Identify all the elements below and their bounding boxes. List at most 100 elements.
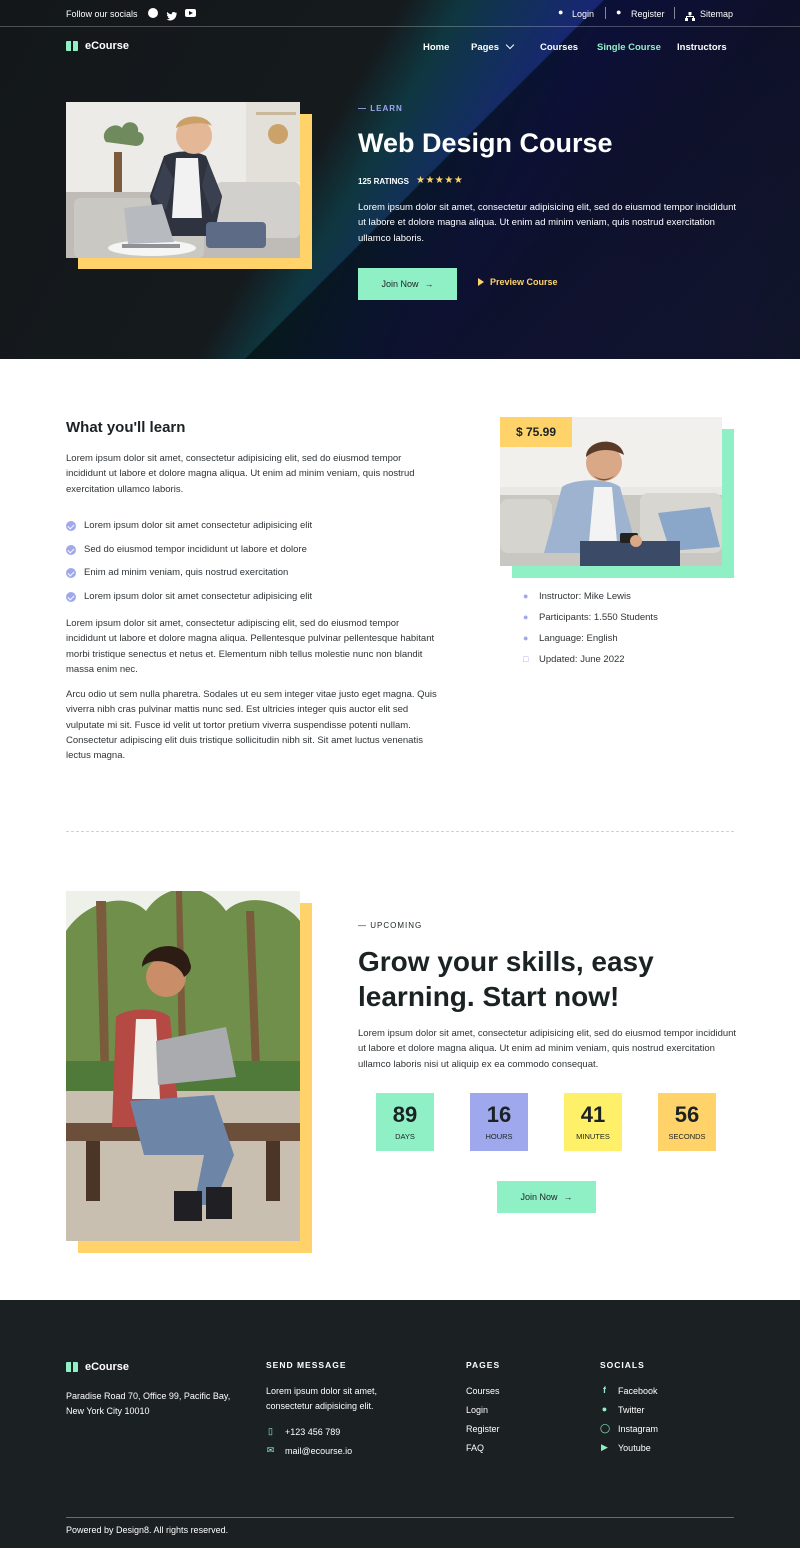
youtube-icon[interactable] [185, 9, 196, 17]
upcoming-join-button[interactable]: Join Now → [497, 1181, 596, 1213]
preview-course-button[interactable]: Preview Course [478, 277, 558, 287]
ratings-count: 125 RATINGS [358, 177, 409, 186]
sitemap-link[interactable]: Sitemap [700, 9, 733, 19]
footer-address: Paradise Road 70, Office 99, Pacific Bay… [66, 1391, 231, 1416]
add-user-icon: ● [616, 7, 622, 17]
price-badge: $ 75.99 [500, 417, 572, 447]
footer-link-faq[interactable]: FAQ [466, 1443, 484, 1453]
learn-title: What you'll learn [66, 419, 186, 436]
login-link[interactable]: Login [572, 9, 594, 19]
register-link[interactable]: Register [631, 9, 665, 19]
updated-info: Updated: June 2022 [539, 654, 625, 665]
countdown-hours: 16 HOURS [470, 1093, 528, 1151]
countdown-value: 89 [392, 1102, 418, 1127]
join-now-label: Join Now [520, 1192, 558, 1202]
hero-student-photo [66, 102, 300, 258]
footer-link-login[interactable]: Login [466, 1405, 488, 1415]
social-link-facebook[interactable]: Facebook [618, 1386, 658, 1396]
upcoming-title-line2: learning. Start now! [358, 981, 620, 1012]
join-now-button[interactable]: Join Now → [358, 268, 457, 300]
globe-icon: ● [523, 633, 529, 643]
footer-link-courses[interactable]: Courses [466, 1386, 500, 1396]
facebook-icon[interactable] [148, 8, 158, 18]
phone-number[interactable]: +123 456 789 [285, 1427, 340, 1437]
social-link-instagram[interactable]: Instagram [618, 1424, 658, 1434]
twitter-icon[interactable] [166, 8, 178, 21]
check-circle-icon [66, 592, 76, 602]
star-rating: ★★★★★ [416, 175, 464, 186]
price-value: $ 75.99 [515, 425, 557, 439]
upcoming-description: Lorem ipsum dolor sit amet, consectetur … [358, 1028, 737, 1070]
learn-paragraph: Arcu odio ut sem nulla pharetra. Sodales… [66, 689, 437, 762]
countdown-value: 16 [486, 1102, 512, 1127]
countdown-unit: DAYS [395, 1132, 415, 1141]
calendar-icon: □ [523, 654, 529, 664]
top-bar: Follow our socials ● Login ● Register Si… [0, 0, 800, 27]
phone-icon: ▯ [268, 1426, 273, 1436]
arrow-right-icon: → [563, 1192, 573, 1202]
book-icon [66, 1362, 78, 1372]
instagram-icon: ◯ [600, 1423, 611, 1433]
hero-section: Follow our socials ● Login ● Register Si… [0, 0, 800, 359]
section-divider [66, 831, 734, 832]
check-circle-icon [66, 521, 76, 531]
play-icon [478, 278, 484, 286]
arrow-right-icon: → [424, 279, 434, 289]
youtube-icon: ▶ [601, 1442, 608, 1452]
learn-bullet: Enim ad minim veniam, quis nostrud exerc… [84, 567, 289, 578]
follow-label: Follow our socials [66, 9, 138, 19]
join-now-label: Join Now [381, 279, 419, 289]
footer: eCourse Paradise Road 70, Office 99, Pac… [0, 1300, 800, 1548]
hero-description: Lorem ipsum dolor sit amet, consectetur … [358, 202, 737, 244]
nav-home[interactable]: Home [423, 42, 449, 53]
check-circle-icon [66, 545, 76, 555]
social-link-twitter[interactable]: Twitter [618, 1405, 645, 1415]
footer-link-register[interactable]: Register [466, 1424, 500, 1434]
book-icon [66, 41, 78, 51]
copyright: Powered by Design8. All rights reserved. [66, 1525, 229, 1535]
upcoming-eyebrow: — UPCOMING [358, 921, 423, 930]
countdown-value: 56 [674, 1102, 700, 1127]
instructor-info: Instructor: Mike Lewis [539, 591, 631, 602]
countdown-days: 89 DAYS [376, 1093, 434, 1151]
student-laptop-photo [66, 891, 300, 1241]
user-icon: ● [523, 591, 529, 601]
user-icon: ● [558, 7, 564, 17]
learn-bullet: Lorem ipsum dolor sit amet consectetur a… [84, 520, 313, 531]
preview-course-label: Preview Course [490, 277, 558, 287]
upcoming-title-line1: Grow your skills, easy [358, 946, 654, 977]
social-link-youtube[interactable]: Youtube [618, 1443, 651, 1453]
socials-heading: SOCIALS [600, 1360, 645, 1370]
learn-bullet: Sed do eiusmod tempor incididunt ut labo… [84, 544, 307, 555]
countdown-unit: MINUTES [576, 1132, 610, 1141]
hero-eyebrow: — LEARN [358, 104, 403, 113]
countdown-unit: HOURS [485, 1132, 513, 1141]
sitemap-icon [685, 8, 695, 21]
brand-logo[interactable]: eCourse [85, 40, 129, 52]
hero-title: Web Design Course [358, 128, 613, 158]
send-message-desc: Lorem ipsum dolor sit amet, consectetur … [266, 1386, 378, 1411]
countdown-unit: SECONDS [668, 1132, 706, 1141]
send-message-heading: SEND MESSAGE [266, 1360, 347, 1370]
footer-brand[interactable]: eCourse [85, 1361, 129, 1373]
countdown-minutes: 41 MINUTES [564, 1093, 622, 1151]
twitter-icon: ● [601, 1404, 608, 1414]
countdown-seconds: 56 SECONDS [658, 1093, 716, 1151]
language-info: Language: English [539, 633, 618, 644]
learn-intro: Lorem ipsum dolor sit amet, consectetur … [66, 453, 415, 495]
learn-paragraph: Lorem ipsum dolor sit amet, consectetur … [66, 618, 435, 675]
pages-heading: PAGES [466, 1360, 501, 1370]
mail-icon: ✉ [266, 1445, 275, 1455]
footer-divider [66, 1517, 734, 1518]
check-circle-icon [66, 568, 76, 578]
nav-single-course[interactable]: Single Course [597, 42, 661, 53]
email-address[interactable]: mail@ecourse.io [285, 1446, 352, 1456]
participants-info: Participants: 1.550 Students [539, 612, 658, 623]
nav-courses[interactable]: Courses [540, 42, 578, 53]
countdown-value: 41 [580, 1102, 606, 1127]
learn-bullet: Lorem ipsum dolor sit amet consectetur a… [84, 591, 313, 602]
users-icon: ● [523, 612, 529, 622]
facebook-icon: f [603, 1385, 606, 1395]
nav-pages[interactable]: Pages [471, 42, 499, 53]
nav-instructors[interactable]: Instructors [677, 42, 727, 53]
